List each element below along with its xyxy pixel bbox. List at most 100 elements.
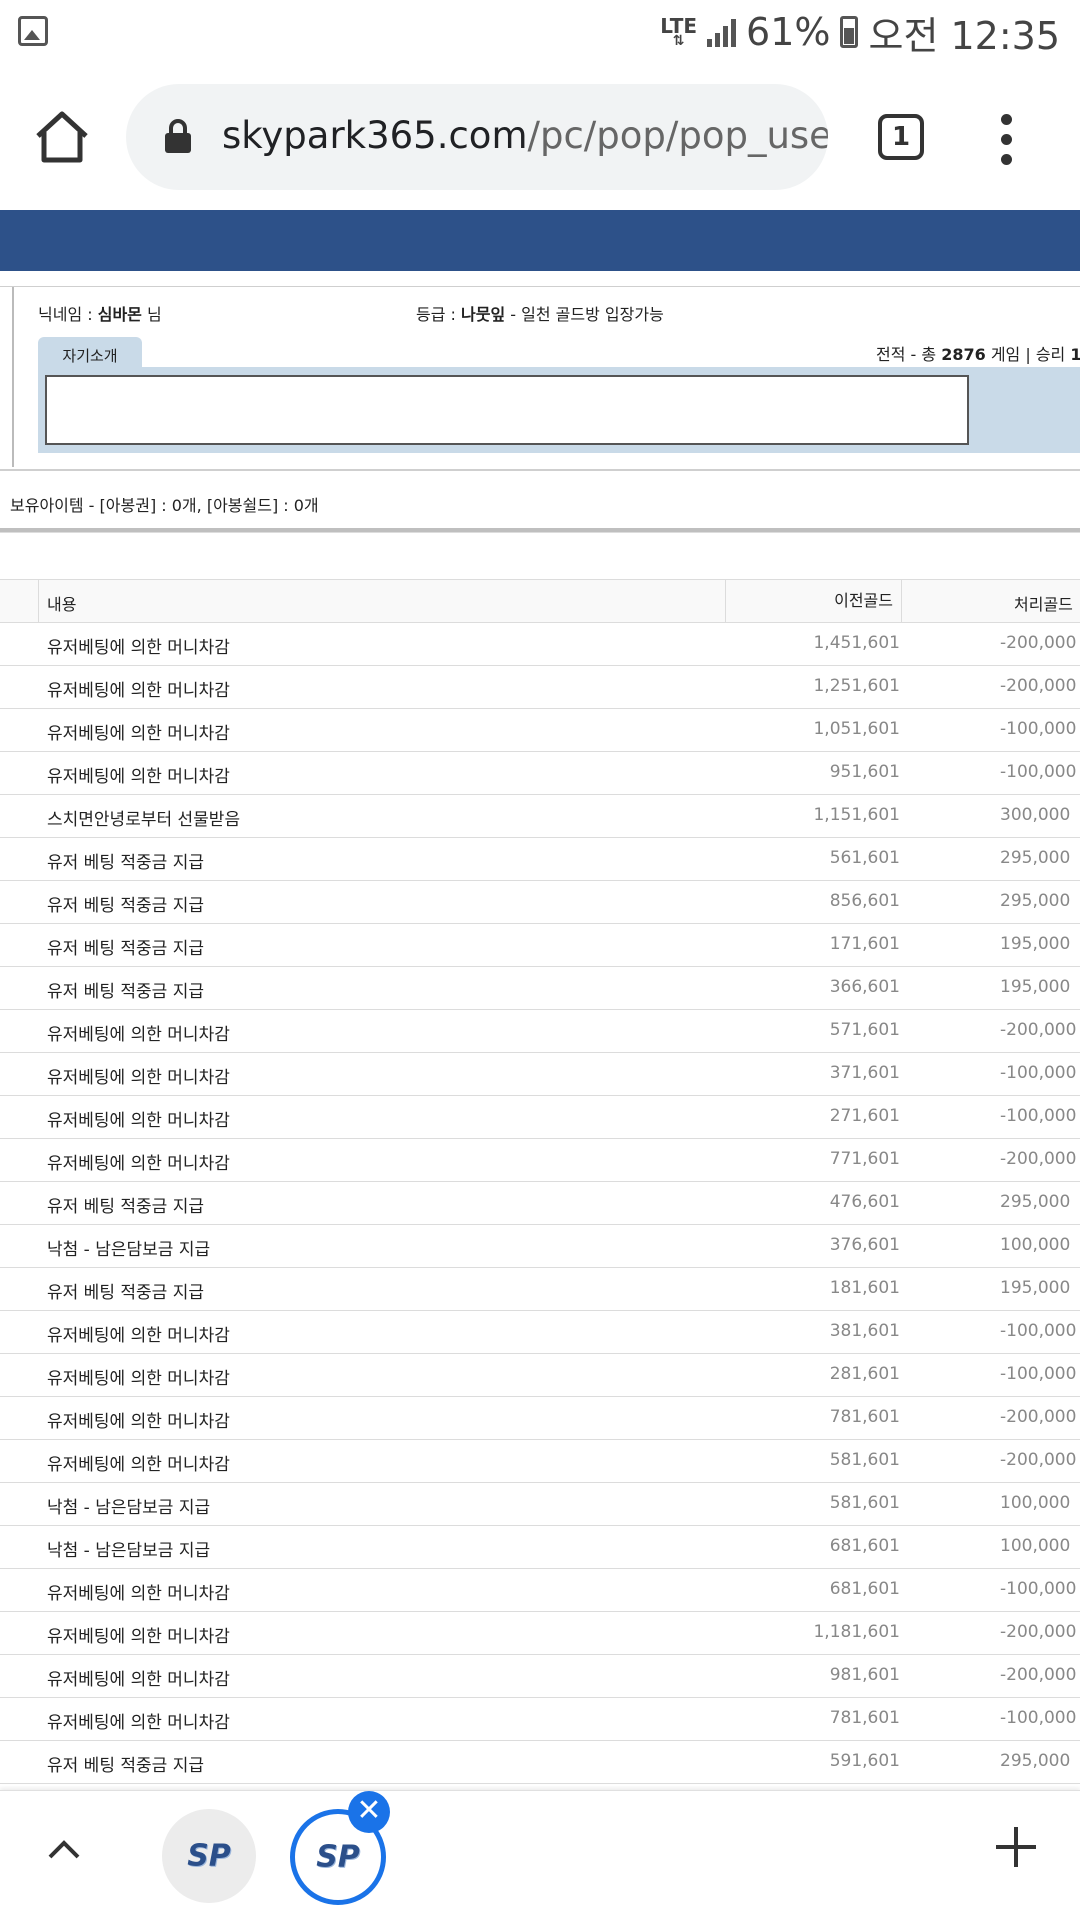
cell-description: 유저베팅에 의한 머니차감 xyxy=(47,1627,230,1647)
cell-description: 유저 베팅 적중금 지급 xyxy=(47,1756,204,1776)
table-row: 유저 베팅 적중금 지급 181,601 195,000 xyxy=(0,1268,1080,1311)
cell-previous-gold: 476,601 xyxy=(829,1192,900,1212)
table-row: 유저베팅에 의한 머니차감 781,601 -200,000 xyxy=(0,1397,1080,1440)
header-cell-index xyxy=(0,580,39,622)
table-row: 유저베팅에 의한 머니차감 1,251,601 -200,000 xyxy=(0,666,1080,709)
cell-previous-gold: 1,451,601 xyxy=(813,633,900,653)
status-bar: LTE ⇅ 61% 오전 12:35 xyxy=(0,0,1080,64)
cell-previous-gold: 1,051,601 xyxy=(813,719,900,739)
site-logo-icon: SP xyxy=(316,1839,360,1875)
table-row: 유저베팅에 의한 머니차감 781,601 -100,000 xyxy=(0,1698,1080,1741)
table-row: 스치면안녕로부터 선물받음 1,151,601 300,000 xyxy=(0,795,1080,838)
close-tab-icon[interactable]: ✕ xyxy=(348,1791,390,1833)
address-bar[interactable]: skypark365.com/pc/pop/pop_user_info xyxy=(126,84,828,190)
battery-icon xyxy=(840,16,859,48)
table-body: 유저베팅에 의한 머니차감 1,451,601 -200,000 유저베팅에 의한 머… xyxy=(0,623,1080,1784)
cell-description: 유저베팅에 의한 머니차감 xyxy=(47,681,230,701)
cell-description: 스치면안녕로부터 선물받음 xyxy=(47,810,241,830)
record-total: 2876 xyxy=(941,345,986,364)
cell-previous-gold: 366,601 xyxy=(829,977,900,997)
cell-processed-gold: -100,000 xyxy=(1000,1364,1077,1384)
table-row: 유저베팅에 의한 머니차감 281,601 -100,000 xyxy=(0,1354,1080,1397)
cell-previous-gold: 856,601 xyxy=(829,891,900,911)
cell-processed-gold: 295,000 xyxy=(1000,1751,1071,1771)
table-row: 유저베팅에 의한 머니차감 951,601 -100,000 xyxy=(0,752,1080,795)
cell-processed-gold: 100,000 xyxy=(1000,1493,1071,1513)
cell-processed-gold: -200,000 xyxy=(1000,676,1077,696)
cell-description: 유저 베팅 적중금 지급 xyxy=(47,896,204,916)
header-description: 내용 xyxy=(47,595,77,614)
table-row: 유저베팅에 의한 머니차감 381,601 -100,000 xyxy=(0,1311,1080,1354)
record-mid: 게임 | 승리 xyxy=(985,345,1071,364)
cell-previous-gold: 591,601 xyxy=(829,1751,900,1771)
table-header: 내용 이전골드 처리골드 xyxy=(0,579,1080,623)
table-row: 낙첨 - 남은담보금 지급 581,601 100,000 xyxy=(0,1483,1080,1526)
chevron-up-icon[interactable] xyxy=(44,1829,84,1869)
cell-description: 유저베팅에 의한 머니차감 xyxy=(47,1412,230,1432)
cell-processed-gold: 195,000 xyxy=(1000,1278,1071,1298)
grade-row: 등급 : 나뭇잎 - 일천 골드방 입장가능 xyxy=(416,301,664,325)
cell-previous-gold: 1,151,601 xyxy=(813,805,900,825)
tab-thumbnail-1[interactable]: SP xyxy=(162,1809,256,1903)
cell-previous-gold: 781,601 xyxy=(829,1407,900,1427)
cell-processed-gold: -100,000 xyxy=(1000,1579,1077,1599)
table-row: 유저베팅에 의한 머니차감 771,601 -200,000 xyxy=(0,1139,1080,1182)
grade-suffix: - 일천 골드방 입장가능 xyxy=(505,305,664,324)
cell-processed-gold: -200,000 xyxy=(1000,1020,1077,1040)
nickname-row: 닉네임 : 심바몬 님 xyxy=(38,301,162,325)
lte-indicator: LTE ⇅ xyxy=(660,16,697,48)
cell-processed-gold: -200,000 xyxy=(1000,1149,1077,1169)
cell-previous-gold: 571,601 xyxy=(829,1020,900,1040)
more-menu-icon[interactable] xyxy=(996,114,1016,174)
table-row: 낙첨 - 남은담보금 지급 681,601 100,000 xyxy=(0,1526,1080,1569)
cell-description: 유저베팅에 의한 머니차감 xyxy=(47,638,230,658)
cell-processed-gold: -100,000 xyxy=(1000,1708,1077,1728)
cell-description: 유저베팅에 의한 머니차감 xyxy=(47,1369,230,1389)
record-prefix: 전적 - 총 xyxy=(876,345,942,364)
cell-processed-gold: -200,000 xyxy=(1000,633,1077,653)
home-icon[interactable] xyxy=(32,106,92,166)
cell-processed-gold: 195,000 xyxy=(1000,934,1071,954)
cell-previous-gold: 771,601 xyxy=(829,1149,900,1169)
table-row: 유저 베팅 적중금 지급 856,601 295,000 xyxy=(0,881,1080,924)
url-text[interactable]: skypark365.com/pc/pop/pop_user_info xyxy=(222,108,828,164)
intro-textbox[interactable] xyxy=(45,375,969,445)
tab-switcher-button[interactable]: 1 xyxy=(878,114,924,160)
header-previous-gold-label: 이전골드 xyxy=(834,591,893,610)
table-row: 유저베팅에 의한 머니차감 1,181,601 -200,000 xyxy=(0,1612,1080,1655)
table-row: 유저베팅에 의한 머니차감 271,601 -100,000 xyxy=(0,1096,1080,1139)
header-previous-gold: 이전골드 xyxy=(725,580,902,622)
cell-processed-gold: -100,000 xyxy=(1000,1063,1077,1083)
cell-previous-gold: 681,601 xyxy=(829,1536,900,1556)
cell-description: 유저 베팅 적중금 지급 xyxy=(47,939,204,959)
cell-processed-gold: -100,000 xyxy=(1000,719,1077,739)
cell-previous-gold: 1,251,601 xyxy=(813,676,900,696)
cell-description: 유저베팅에 의한 머니차감 xyxy=(47,1111,230,1131)
image-icon xyxy=(18,16,48,46)
cell-processed-gold: 295,000 xyxy=(1000,1192,1071,1212)
cell-processed-gold: 300,000 xyxy=(1000,805,1071,825)
table-row: 유저 베팅 적중금 지급 591,601 295,000 xyxy=(0,1741,1080,1784)
cell-processed-gold: -200,000 xyxy=(1000,1622,1077,1642)
cell-description: 유저베팅에 의한 머니차감 xyxy=(47,1068,230,1088)
cell-previous-gold: 581,601 xyxy=(829,1493,900,1513)
table-row: 유저 베팅 적중금 지급 366,601 195,000 xyxy=(0,967,1080,1010)
user-info-box: 닉네임 : 심바몬 님 등급 : 나뭇잎 - 일천 골드방 입장가능 자기소개 … xyxy=(0,286,1080,471)
cell-previous-gold: 981,601 xyxy=(829,1665,900,1685)
tab-intro[interactable]: 자기소개 xyxy=(38,337,142,371)
cell-previous-gold: 951,601 xyxy=(829,762,900,782)
cell-description: 유저베팅에 의한 머니차감 xyxy=(47,1670,230,1690)
header-processed-gold: 처리골드 xyxy=(1014,595,1073,614)
cell-processed-gold: -200,000 xyxy=(1000,1665,1077,1685)
new-tab-plus-icon[interactable] xyxy=(990,1821,1042,1873)
cell-previous-gold: 271,601 xyxy=(829,1106,900,1126)
nickname-suffix: 님 xyxy=(141,305,162,324)
cell-processed-gold: 100,000 xyxy=(1000,1536,1071,1556)
nickname-label: 닉네임 : xyxy=(38,305,98,324)
table-row: 유저 베팅 적중금 지급 476,601 295,000 xyxy=(0,1182,1080,1225)
cell-processed-gold: -100,000 xyxy=(1000,1106,1077,1126)
table-row: 유저베팅에 의한 머니차감 1,051,601 -100,000 xyxy=(0,709,1080,752)
cell-description: 유저 베팅 적중금 지급 xyxy=(47,1283,204,1303)
cell-processed-gold: 295,000 xyxy=(1000,891,1071,911)
cell-processed-gold: 295,000 xyxy=(1000,848,1071,868)
